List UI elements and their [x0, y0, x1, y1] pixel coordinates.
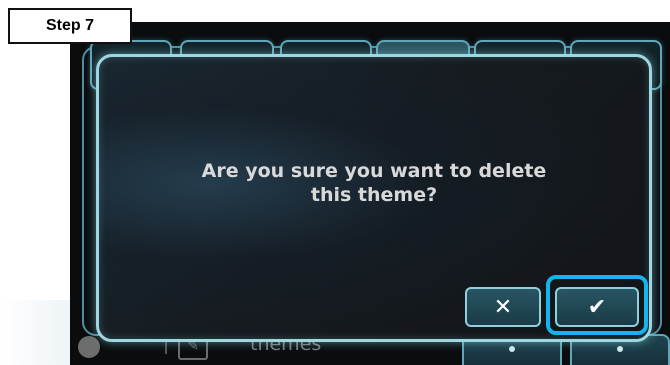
close-icon: ✕: [493, 294, 513, 320]
background-separator: [165, 340, 167, 354]
cancel-button[interactable]: ✕: [465, 287, 541, 327]
left-fade: [0, 300, 70, 365]
dialog-message: Are you sure you want to delete this the…: [201, 160, 547, 206]
background-circle-indicator: [78, 336, 100, 358]
checkmark-icon: ✔: [587, 294, 607, 320]
step-label: Step 7: [8, 8, 132, 44]
confirm-delete-button[interactable]: ✔: [555, 287, 639, 327]
background-dot-icon: [509, 346, 515, 352]
page: Step 7 ✎ themes Are you sure you want to…: [0, 0, 670, 365]
background-dot-icon: [617, 346, 623, 352]
delete-theme-dialog: Are you sure you want to delete this the…: [96, 54, 652, 342]
